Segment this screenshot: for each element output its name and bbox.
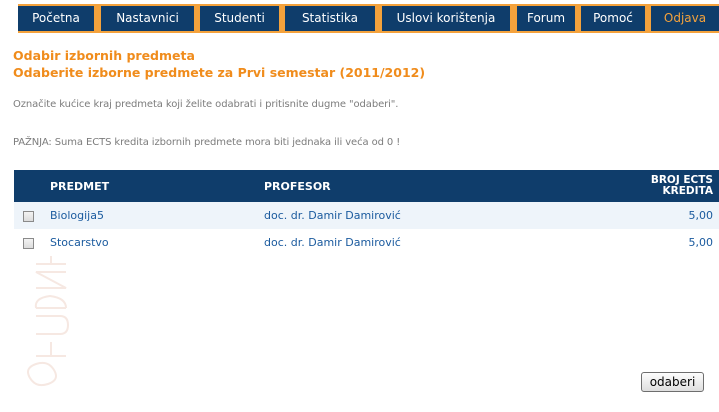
- table-row: Stocarstvo doc. dr. Damir Damirović 5,00: [14, 229, 719, 256]
- table-row: Biologija5 doc. dr. Damir Damirović 5,00: [14, 202, 719, 229]
- header-ects-line2: KREDITA: [662, 185, 714, 197]
- header-course: PREDMET: [50, 179, 110, 193]
- nav-item-logout[interactable]: Odjava: [651, 6, 719, 31]
- submit-selection-button[interactable]: odaberi: [641, 372, 704, 392]
- course-name[interactable]: Stocarstvo: [50, 229, 264, 256]
- header-professor: PROFESOR: [264, 179, 331, 193]
- nav-item-statistics[interactable]: Statistika: [285, 6, 375, 31]
- professor-name[interactable]: doc. dr. Damir Damirović: [264, 202, 519, 229]
- ects-value: 5,00: [688, 236, 714, 249]
- nav-item-help[interactable]: Pomoć: [581, 6, 645, 31]
- nav-item-students[interactable]: Studenti: [200, 6, 279, 31]
- table-header-row: PREDMET PROFESOR BROJ ECTS KREDITA: [14, 170, 719, 202]
- course-checkbox[interactable]: [23, 210, 34, 222]
- course-name[interactable]: Biologija5: [50, 202, 264, 229]
- nav-item-forum[interactable]: Forum: [517, 6, 575, 31]
- row-checkbox-cell: [14, 202, 50, 229]
- main-navigation: Početna Nastavnici Studenti Statistika U…: [18, 4, 719, 33]
- courses-table: PREDMET PROFESOR BROJ ECTS KREDITA Biolo…: [14, 170, 719, 256]
- nav-item-home[interactable]: Početna: [18, 6, 94, 31]
- page-subtitle: Odaberite izborne predmete za Prvi semes…: [13, 65, 426, 80]
- header-checkbox-column: [14, 170, 50, 202]
- instruction-text: Označite kućice kraj predmeta koji želit…: [13, 99, 399, 110]
- professor-name[interactable]: doc. dr. Damir Damirović: [264, 229, 519, 256]
- course-checkbox[interactable]: [23, 237, 34, 249]
- ects-warning-text: PAŽNJA: Suma ECTS kredita izbornih predm…: [13, 137, 401, 148]
- nav-item-terms[interactable]: Uslovi korištenja: [382, 6, 510, 31]
- nav-item-teachers[interactable]: Nastavnici: [101, 6, 194, 31]
- row-checkbox-cell: [14, 229, 50, 256]
- header-ects: BROJ ECTS KREDITA: [519, 170, 719, 202]
- page-title: Odabir izbornih predmeta: [13, 48, 195, 63]
- ects-value: 5,00: [688, 209, 714, 222]
